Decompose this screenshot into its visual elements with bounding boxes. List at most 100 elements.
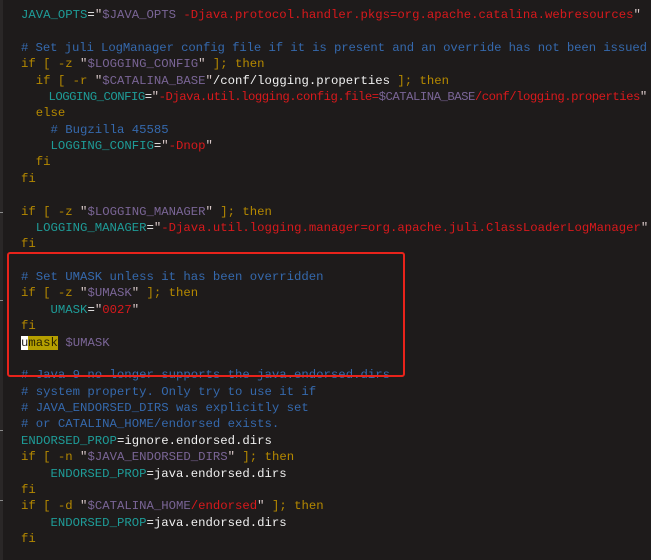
- token-variable-ref: $UMASK: [87, 286, 132, 301]
- token-quote: ": [161, 139, 169, 153]
- code-line[interactable]: LOGGING_MANAGER= "-Djava.util.logging.man…: [21, 220, 649, 236]
- token-variable-ref: $CATALINA_BASE: [378, 89, 476, 104]
- code-line[interactable]: if [ -d "$CATALINA_HOME/endorsed" ]; the…: [21, 498, 324, 514]
- token-comment: # JAVA_ENDORSED_DIRS was explicitly set: [21, 401, 309, 415]
- code-line[interactable]: fi: [21, 482, 36, 498]
- token-variable-name: UMASK: [50, 302, 88, 317]
- code-line[interactable]: LOGGING_CONFIG="-Dnop": [21, 138, 213, 154]
- token-variable-ref: $JAVA_ENDORSED_DIRS: [87, 450, 228, 465]
- code-line[interactable]: ENDORSED_PROP=ignore.endorsed.dirs: [21, 433, 272, 449]
- token-keyword: if [ -z: [21, 286, 81, 301]
- token-keyword: fi: [21, 171, 36, 186]
- token-plain-text: [21, 516, 51, 530]
- token-quote: ": [205, 73, 213, 88]
- token-plain-text: =: [144, 89, 152, 104]
- editor-gutter: [0, 0, 3, 560]
- token-search-highlight: mask: [28, 335, 58, 350]
- token-plain-text: [21, 221, 36, 235]
- token-quote: ": [151, 89, 159, 104]
- code-line[interactable]: else: [21, 105, 66, 121]
- code-line[interactable]: # Set UMASK unless it has been overridde…: [21, 269, 324, 285]
- code-line[interactable]: if [ -n "$JAVA_ENDORSED_DIRS" ]; then: [21, 449, 294, 465]
- token-variable-name: JAVA_OPTS: [21, 8, 88, 22]
- token-quote: ": [639, 89, 647, 104]
- token-string: /conf/logging.properties: [474, 89, 641, 104]
- token-string: -Dnop: [168, 139, 206, 153]
- code-line[interactable]: # JAVA_ENDORSED_DIRS was explicitly set: [21, 400, 309, 416]
- token-keyword: fi: [21, 319, 36, 334]
- code-line[interactable]: # Set juli LogManager config file if it …: [21, 40, 647, 56]
- token-string: /endorsed: [190, 499, 258, 514]
- code-line[interactable]: fi: [21, 318, 36, 334]
- code-line[interactable]: ENDORSED_PROP=java.endorsed.dirs: [21, 515, 287, 531]
- code-line[interactable]: JAVA_OPTS= " $JAVA_OPTS -Djava.protocol.ha…: [21, 7, 641, 23]
- code-line[interactable]: ENDORSED_PROP=java.endorsed.dirs: [21, 466, 287, 482]
- token-plain-text: [21, 123, 51, 137]
- token-plain-text: =ignore.endorsed.dirs: [116, 433, 272, 448]
- token-variable-ref: $CATALINA_BASE: [102, 73, 206, 88]
- code-line[interactable]: if [ -z "$LOGGING_MANAGER" ]; then: [21, 204, 272, 220]
- token-comment: # Set juli LogManager config file if it …: [21, 40, 647, 55]
- token-variable-name: LOGGING_CONFIG: [50, 139, 154, 153]
- code-line[interactable]: fi: [21, 531, 36, 547]
- token-plain-text: [21, 90, 49, 104]
- token-comment: # or CATALINA_HOME/endorsed exists.: [21, 417, 280, 432]
- code-line[interactable]: fi: [21, 236, 36, 252]
- token-keyword: fi: [35, 155, 51, 170]
- token-quote: ": [205, 139, 213, 153]
- token-variable-ref: $UMASK: [65, 335, 110, 350]
- token-quote: ": [131, 302, 140, 317]
- token-keyword: ]; then: [264, 499, 324, 514]
- token-quote: ": [633, 8, 641, 22]
- token-plain-text: [21, 303, 51, 317]
- token-variable-name: ENDORSED_PROP: [50, 515, 147, 530]
- token-comment: # Bugzilla 45585: [50, 122, 169, 137]
- token-keyword: ]; then: [205, 57, 265, 72]
- token-keyword: ]; then: [212, 204, 272, 219]
- code-editor[interactable]: JAVA_OPTS="$JAVA_OPTS -Djava.protocol.ha…: [21, 7, 649, 547]
- code-line[interactable]: if [ -z "$UMASK" ]; then: [21, 285, 198, 301]
- token-plain-text: =java.endorsed.dirs: [146, 466, 287, 481]
- token-plain-text: =: [146, 220, 154, 235]
- code-line[interactable]: fi: [21, 154, 51, 170]
- code-line[interactable]: fi: [21, 171, 36, 187]
- code-line[interactable]: # Java 9 no longer supports the java.end…: [21, 367, 390, 383]
- token-quote: ": [131, 286, 140, 301]
- token-variable-ref: $LOGGING_CONFIG: [87, 57, 199, 72]
- token-variable-name: LOGGING_CONFIG: [48, 89, 146, 104]
- token-plain-text: =: [87, 302, 95, 317]
- token-keyword: if [ -z: [21, 57, 81, 72]
- code-line[interactable]: if [ -r "$CATALINA_BASE"/conf/logging.pr…: [21, 73, 449, 89]
- token-variable-name: ENDORSED_PROP: [50, 466, 147, 481]
- token-keyword: fi: [21, 532, 36, 546]
- code-line[interactable]: LOGGING_CONFIG="-Djava.util.logging.conf…: [21, 89, 648, 105]
- token-plain-text: =java.endorsed.dirs: [146, 515, 287, 530]
- token-string: -Djava.protocol.handler.pkgs=org.apache.…: [176, 8, 634, 22]
- token-plain-text: [21, 139, 51, 153]
- token-plain-text: [21, 467, 51, 481]
- code-line[interactable]: if [ -z "$LOGGING_CONFIG" ]; then: [21, 56, 265, 72]
- token-keyword: if [ -n: [21, 450, 81, 465]
- token-string: -Djava.util.logging.manager=org.apache.j…: [161, 220, 641, 235]
- code-line[interactable]: # system property. Only try to use it if: [21, 384, 316, 400]
- token-comment: # Set UMASK unless it has been overridde…: [21, 270, 324, 284]
- token-comment: # system property. Only try to use it if: [21, 384, 317, 399]
- code-line[interactable]: # or CATALINA_HOME/endorsed exists.: [21, 416, 279, 432]
- code-line[interactable]: # Bugzilla 45585: [21, 122, 169, 138]
- token-keyword: if [ -r: [35, 73, 95, 88]
- token-variable-ref: $LOGGING_MANAGER: [87, 204, 206, 219]
- token-keyword: if [ -z: [21, 204, 81, 219]
- code-line[interactable]: UMASK="0027": [21, 302, 140, 318]
- token-plain-text: [21, 74, 36, 88]
- token-keyword: if [ -d: [21, 499, 81, 514]
- token-variable-name: LOGGING_MANAGER: [35, 220, 147, 235]
- token-variable-name: ENDORSED_PROP: [21, 433, 117, 448]
- token-string: -Djava.util.logging.config.file=: [158, 89, 380, 104]
- token-keyword: fi: [21, 482, 36, 497]
- token-quote: ": [227, 450, 236, 465]
- token-keyword: ]; then: [139, 286, 199, 301]
- token-quote: ": [205, 204, 213, 219]
- token-keyword: ]; then: [390, 73, 450, 88]
- token-plain-text: [21, 106, 36, 120]
- code-line[interactable]: umask $UMASK: [21, 335, 110, 351]
